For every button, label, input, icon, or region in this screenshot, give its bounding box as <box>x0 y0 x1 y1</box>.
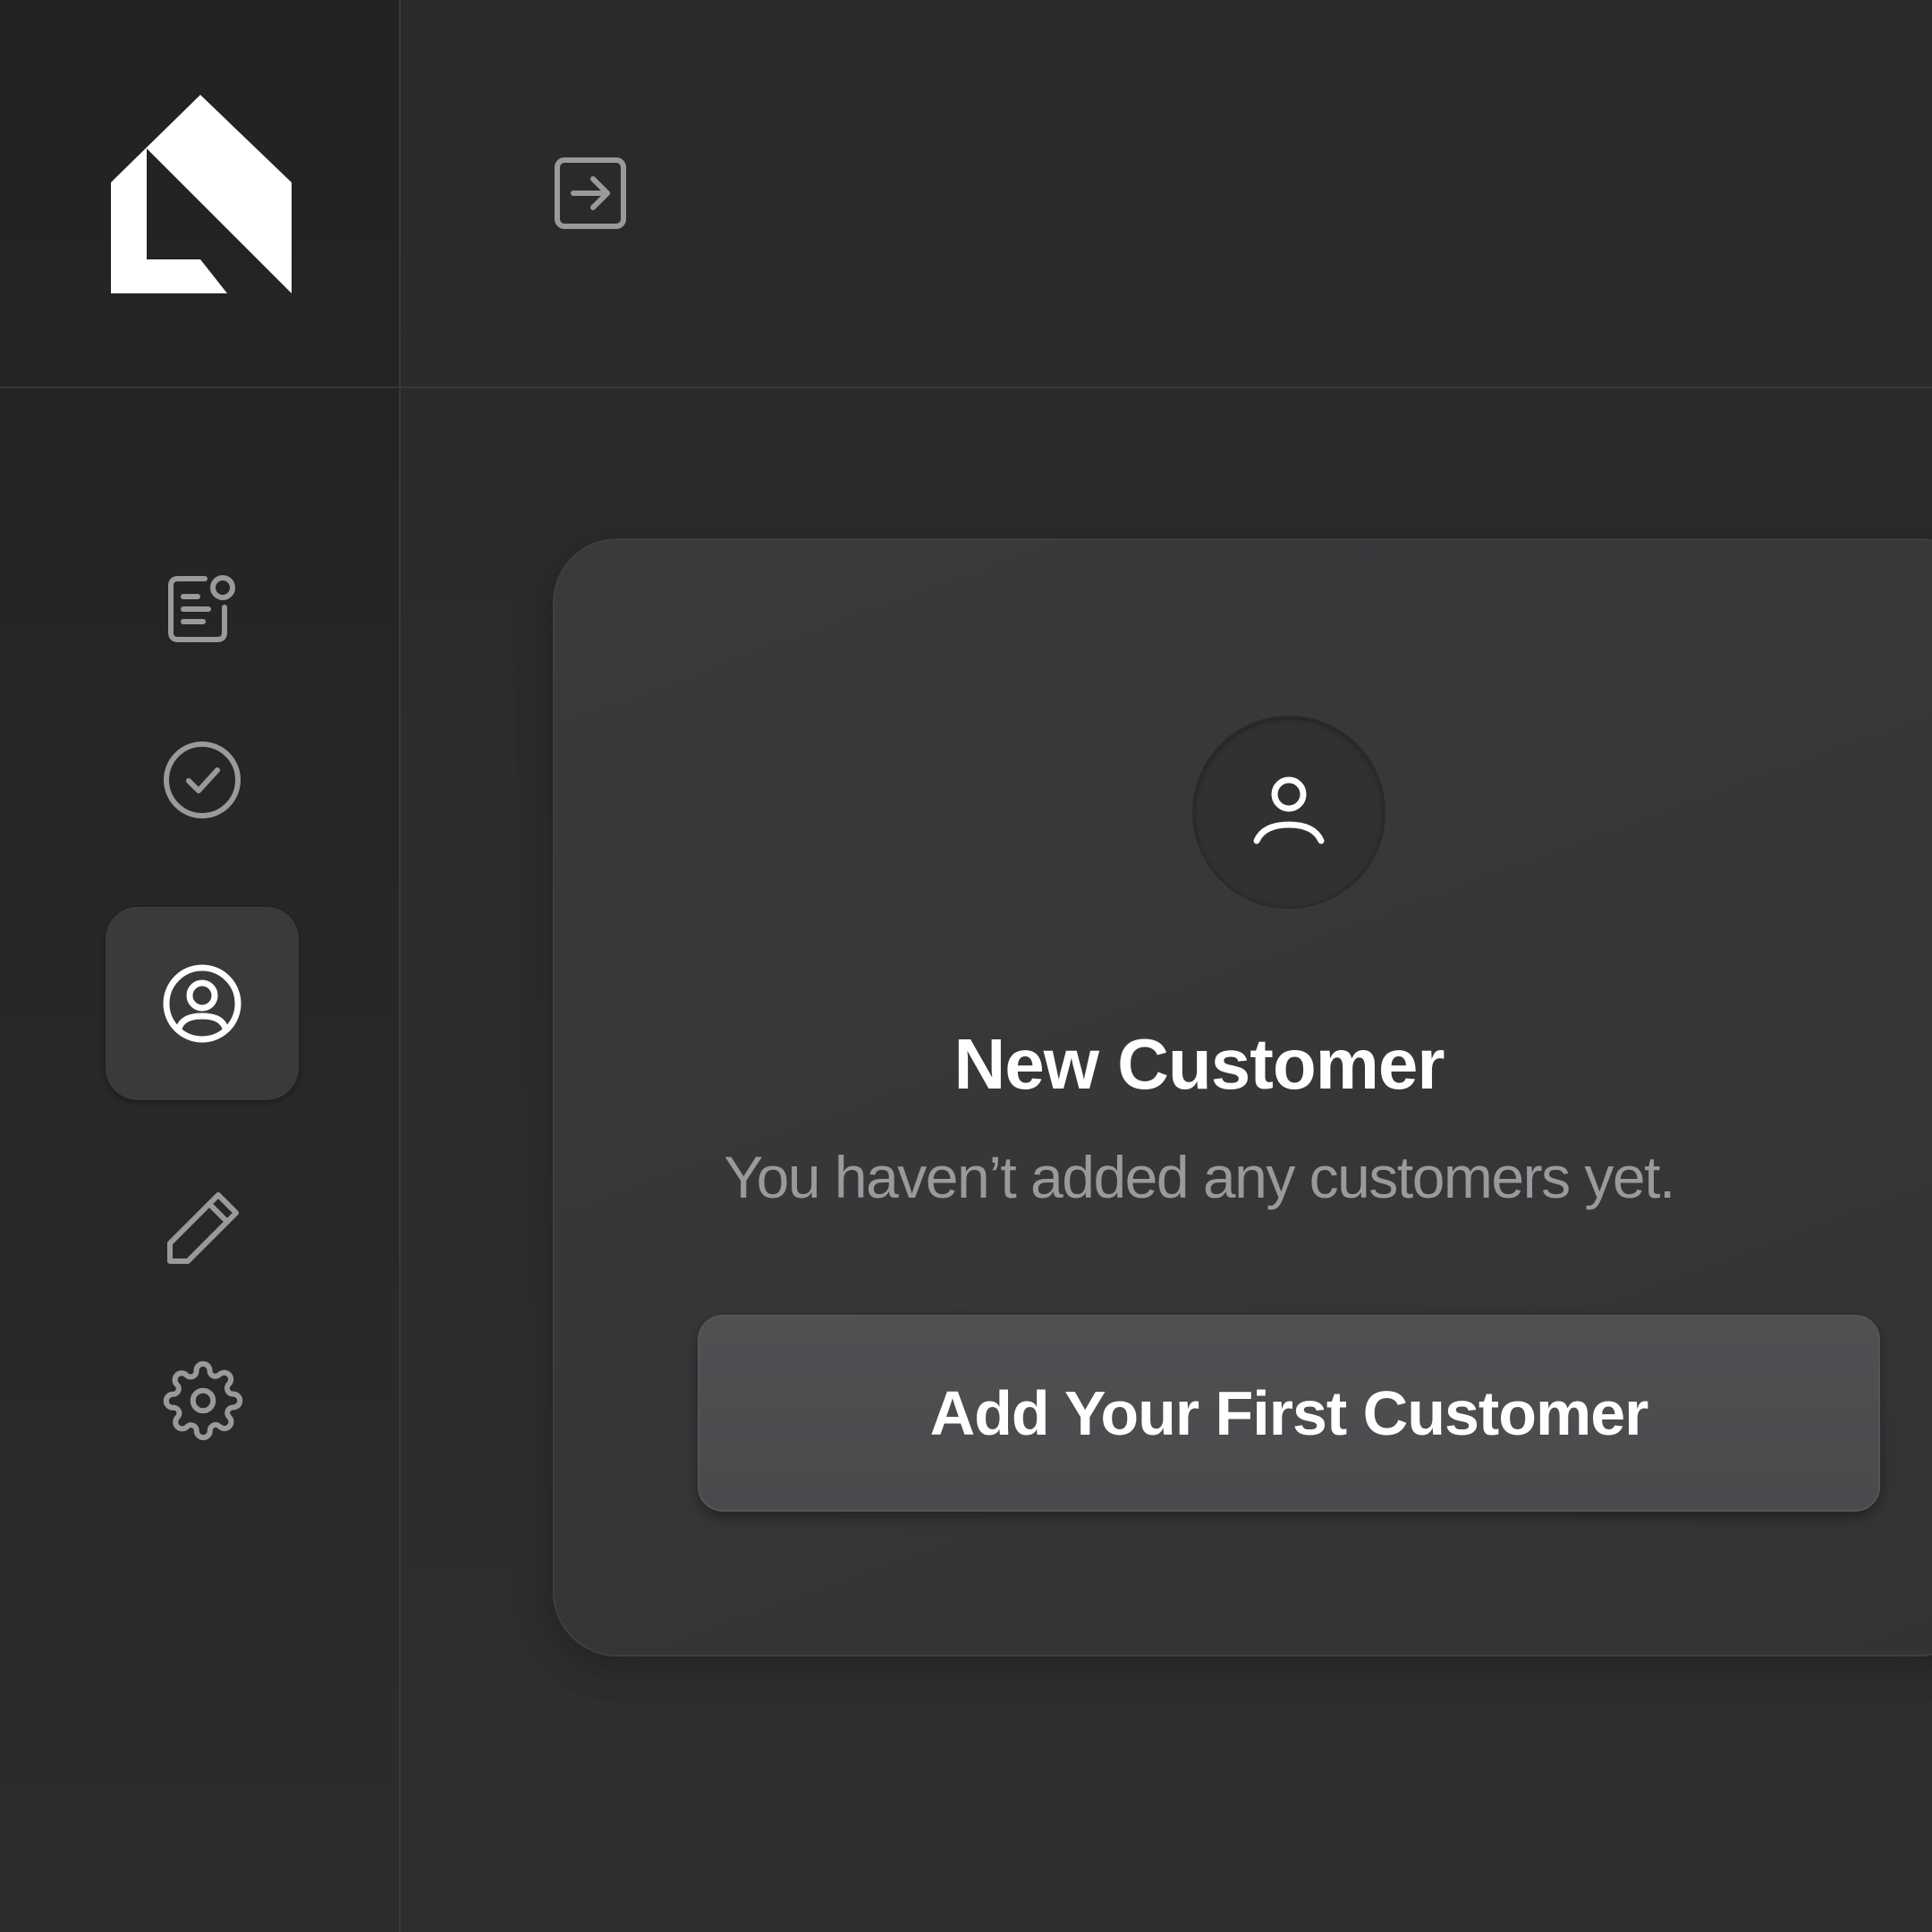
notes-icon <box>168 575 235 642</box>
sidebar-item-customers[interactable] <box>106 907 299 1100</box>
avatar <box>1192 716 1385 909</box>
topbar <box>401 0 1932 388</box>
user-circle-icon <box>163 964 242 1043</box>
sidebar-item-tasks[interactable] <box>161 739 243 821</box>
pencil-icon <box>167 1192 239 1264</box>
sidebar-item-notes[interactable] <box>159 569 243 649</box>
app-logo[interactable] <box>111 95 292 293</box>
app-window: New Customer You haven’t added any custo… <box>0 0 1932 1932</box>
arrow-right-square-icon <box>555 157 626 229</box>
sidebar <box>0 0 401 1932</box>
user-icon <box>1253 776 1325 844</box>
empty-state-title: New Customer <box>953 1024 1445 1104</box>
empty-state-card: New Customer You haven’t added any custo… <box>553 538 1932 1657</box>
expand-sidebar-button[interactable] <box>551 154 630 233</box>
check-circle-icon <box>164 741 241 818</box>
add-first-customer-button[interactable]: Add Your First Customer <box>698 1315 1880 1512</box>
gear-icon <box>163 1360 243 1441</box>
sidebar-item-settings[interactable] <box>163 1360 243 1442</box>
sidebar-logo-area <box>0 0 399 388</box>
empty-state-subtitle: You haven’t added any customers yet. <box>724 1144 1675 1210</box>
sidebar-item-edit[interactable] <box>163 1188 243 1268</box>
